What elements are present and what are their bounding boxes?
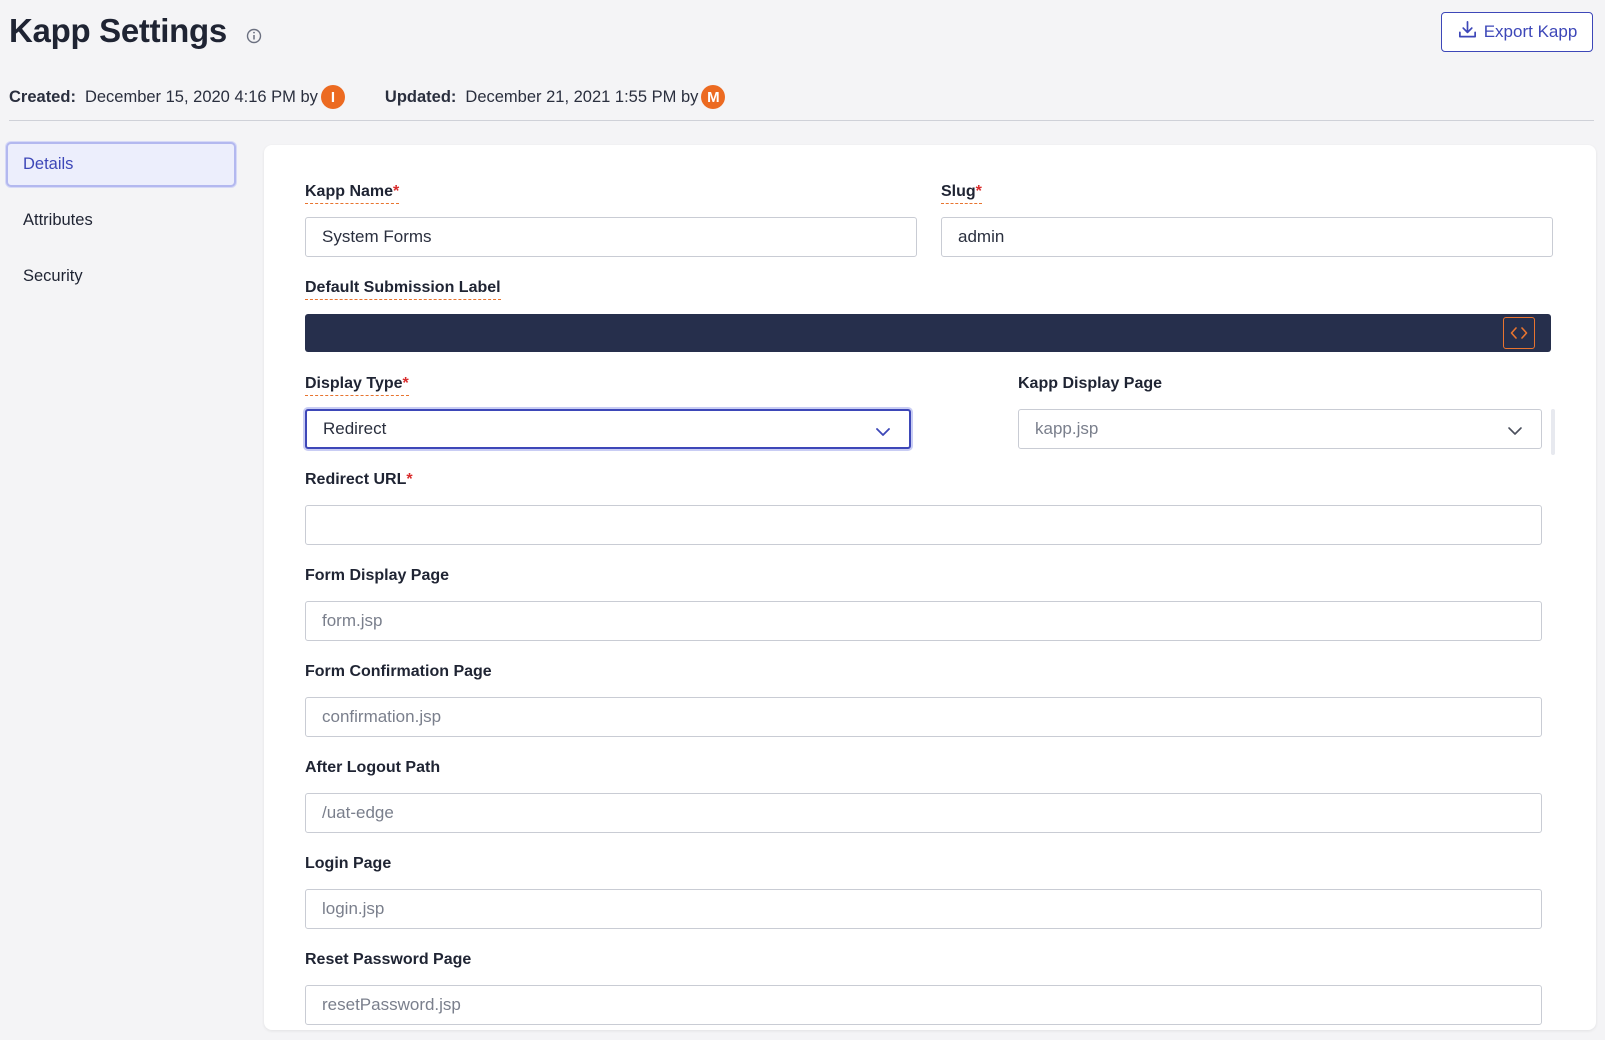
form-confirmation-page-input[interactable]: confirmation.jsp	[305, 697, 1542, 737]
login-page-input[interactable]: login.jsp	[305, 889, 1542, 929]
scrollbar[interactable]	[1551, 409, 1555, 455]
sidebar-item-attributes[interactable]: Attributes	[6, 198, 236, 243]
details-card: Kapp Name* System Forms Slug* admin Defa…	[264, 145, 1596, 1030]
updated-label: Updated:	[384, 87, 457, 106]
display-type-label: Display Type*	[305, 375, 409, 396]
after-logout-path-input[interactable]: /uat-edge	[305, 793, 1542, 833]
form-display-page-input[interactable]: form.jsp	[305, 601, 1542, 641]
settings-sidebar: Details Attributes Security	[6, 142, 236, 310]
export-kapp-label: Export Kapp	[1483, 22, 1578, 41]
header-divider	[9, 120, 1594, 121]
chevron-down-icon	[1507, 422, 1523, 435]
meta-row: Created: December 15, 2020 4:16 PM by I …	[9, 84, 726, 110]
display-type-value: Redirect	[323, 419, 387, 438]
chevron-down-icon	[875, 423, 891, 436]
kapp-name-label: Kapp Name*	[305, 183, 400, 204]
login-page-label: Login Page	[305, 855, 392, 872]
created-value: December 15, 2020 4:16 PM by	[84, 87, 318, 106]
code-brackets-icon[interactable]	[1503, 317, 1535, 349]
slug-input[interactable]: admin	[941, 217, 1553, 257]
redirect-url-label: Redirect URL*	[305, 471, 413, 488]
download-icon	[1457, 19, 1478, 45]
default-submission-label-label: Default Submission Label	[305, 279, 501, 300]
form-confirmation-page-label: Form Confirmation Page	[305, 663, 492, 680]
default-submission-label-editor[interactable]	[305, 314, 1551, 352]
reset-password-page-label: Reset Password Page	[305, 951, 472, 968]
after-logout-path-label: After Logout Path	[305, 759, 441, 776]
created-by-avatar[interactable]: I	[320, 85, 345, 109]
kapp-display-page-value: kapp.jsp	[1035, 419, 1099, 438]
kapp-display-page-label: Kapp Display Page	[1018, 375, 1163, 392]
form-display-page-label: Form Display Page	[305, 567, 450, 584]
sidebar-item-security[interactable]: Security	[6, 254, 236, 299]
export-kapp-button[interactable]: Export Kapp	[1441, 12, 1593, 52]
display-type-select[interactable]: Redirect	[305, 409, 911, 449]
sidebar-item-details[interactable]: Details	[6, 142, 236, 187]
updated-by-avatar[interactable]: M	[701, 85, 726, 109]
slug-label: Slug*	[941, 183, 982, 204]
created-label: Created:	[9, 87, 76, 106]
redirect-url-input[interactable]	[305, 505, 1542, 545]
reset-password-page-input[interactable]: resetPassword.jsp	[305, 985, 1542, 1025]
kapp-display-page-select[interactable]: kapp.jsp	[1018, 409, 1542, 449]
info-icon[interactable]	[245, 27, 263, 45]
page-title: Kapp Settings	[9, 12, 227, 49]
kapp-name-input[interactable]: System Forms	[305, 217, 917, 257]
updated-value: December 21, 2021 1:55 PM by	[465, 87, 699, 106]
